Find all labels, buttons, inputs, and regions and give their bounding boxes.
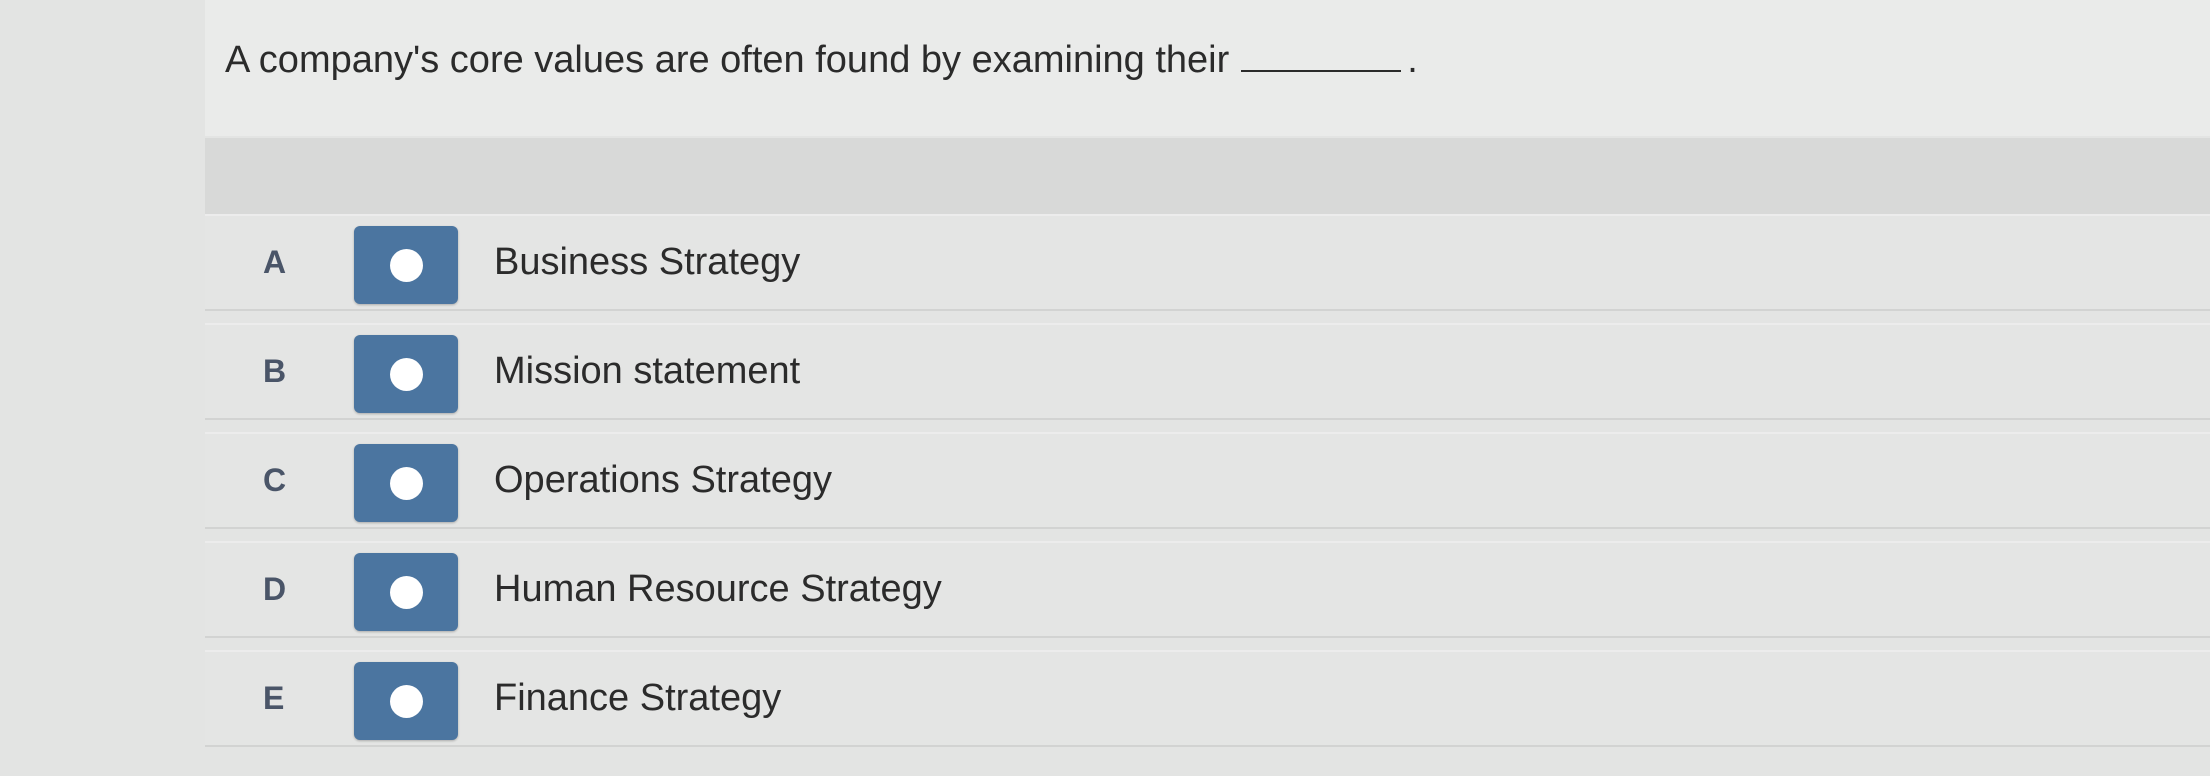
radio-button-a[interactable] [354,226,458,304]
radio-dot-icon [390,685,423,718]
radio-dot-icon [390,358,423,391]
answer-options: A Business Strategy B Mission statement … [205,214,2210,759]
option-e[interactable]: E Finance Strategy [205,650,2210,747]
question-text: A company's core values are often found … [225,36,1418,84]
radio-button-b[interactable] [354,335,458,413]
option-letter: C [263,462,287,498]
option-letter: E [263,680,285,716]
option-letter: B [263,353,287,389]
question-suffix: . [1407,39,1418,81]
option-label[interactable]: Operations Strategy [494,434,832,527]
radio-dot-icon [390,467,423,500]
radio-button-d[interactable] [354,553,458,631]
option-letter: A [263,244,287,280]
option-label[interactable]: Finance Strategy [494,652,781,745]
radio-button-e[interactable] [354,662,458,740]
option-a[interactable]: A Business Strategy [205,214,2210,311]
question-stem: A company's core values are often found … [225,39,1230,81]
radio-button-c[interactable] [354,444,458,522]
option-label[interactable]: Human Resource Strategy [494,543,942,636]
option-c[interactable]: C Operations Strategy [205,432,2210,529]
option-label[interactable]: Business Strategy [494,216,800,309]
answer-blank [1241,38,1402,72]
option-letter: D [263,571,287,607]
separator-band [205,138,2210,214]
radio-dot-icon [390,249,423,282]
radio-dot-icon [390,576,423,609]
option-b[interactable]: B Mission statement [205,323,2210,420]
option-label[interactable]: Mission statement [494,325,800,418]
option-d[interactable]: D Human Resource Strategy [205,541,2210,638]
